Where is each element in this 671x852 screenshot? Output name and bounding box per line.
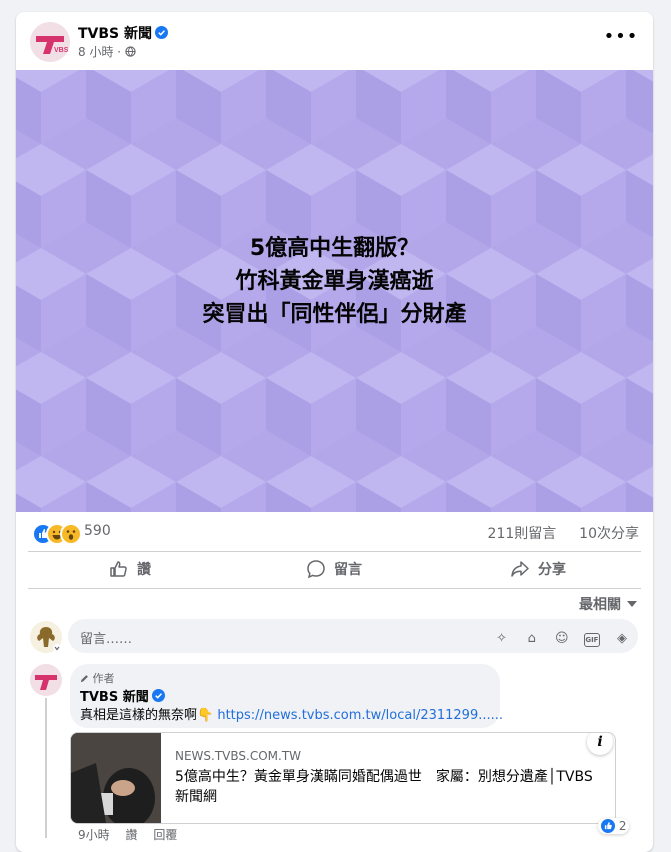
headline-line-3: 突冒出「同性伴侶」分財產	[202, 302, 467, 327]
sort-label: 最相關	[579, 597, 621, 613]
post-card: VBS TVBS 新聞 8 小時 · ••• 5億高中生翻版？ 竹科黃金單身漢癌…	[16, 12, 653, 852]
comment-icon	[307, 560, 325, 579]
verified-icon	[155, 26, 169, 39]
caret-down-icon	[627, 601, 637, 607]
share-label: 分享	[538, 562, 566, 578]
link-preview-thumbnail	[71, 733, 161, 823]
comment-time[interactable]: 9小時	[78, 828, 110, 842]
more-options-button[interactable]: •••	[603, 26, 639, 54]
comment-reaction-badge[interactable]: 2	[598, 818, 630, 834]
gif-icon[interactable]: GIF	[583, 633, 600, 647]
thumbs-up-icon	[110, 561, 127, 577]
page-name[interactable]: TVBS 新聞	[78, 23, 169, 43]
like-reaction-icon	[601, 819, 615, 833]
page-name-text[interactable]: TVBS 新聞	[78, 26, 152, 42]
post-stats: 590 211則留言 10次分享	[16, 512, 653, 550]
post-actions: 讚 留言 分享	[28, 552, 641, 588]
comment-author-text[interactable]: TVBS 新聞	[80, 690, 149, 705]
my-avatar[interactable]	[30, 621, 62, 653]
comment-label: 留言	[334, 562, 362, 578]
globe-icon	[125, 46, 136, 57]
post-headline: 5億高中生翻版？ 竹科黃金單身漢癌逝 突冒出「同性伴侶」分財產	[16, 232, 653, 331]
comment-like-count: 2	[618, 819, 627, 833]
author-badge: 作者	[80, 670, 115, 686]
comment-text: 真相是這樣的無奈啊👇 https://news.tvbs.com.tw/loca…	[80, 704, 503, 723]
reaction-count[interactable]: 590	[84, 523, 111, 539]
link-preview-card[interactable]: NEWS.TVBS.COM.TW 5億高中生？黃金單身漢瞞同婚配偶過世 家屬：別…	[70, 732, 616, 824]
post-header: VBS TVBS 新聞 8 小時 · •••	[16, 12, 653, 70]
divider-bottom	[28, 588, 641, 589]
author-badge-label: 作者	[92, 672, 115, 685]
avatar-sticker-icon[interactable]: ✧	[494, 631, 510, 647]
link-preview-domain: NEWS.TVBS.COM.TW	[175, 749, 302, 763]
comment-author-name[interactable]: TVBS 新聞	[80, 686, 165, 705]
emoji-icon[interactable]: ☺	[554, 631, 570, 647]
sticker-icon[interactable]: ◈	[614, 631, 630, 647]
camera-icon[interactable]: ⌂	[524, 631, 540, 647]
comment-button[interactable]: 留言	[232, 552, 436, 588]
wow-reaction-icon	[60, 523, 82, 545]
composer-icons: ✧ ⌂ ☺ GIF ◈	[485, 627, 630, 647]
verified-icon	[151, 689, 165, 702]
pencil-icon	[80, 675, 88, 683]
comment-footer: 9小時 讚 回覆	[78, 826, 189, 843]
comment-link[interactable]: https://news.tvbs.com.tw/local/2311299..…	[217, 708, 503, 723]
post-image[interactable]: 5億高中生翻版？ 竹科黃金單身漢癌逝 突冒出「同性伴侶」分財產	[16, 70, 653, 512]
svg-text:VBS: VBS	[54, 47, 69, 54]
post-time[interactable]: 8 小時	[78, 45, 113, 59]
engagement-counts: 211則留言 10次分享	[488, 523, 639, 543]
comment-input[interactable]: 留言…… ✧ ⌂ ☺ GIF ◈	[68, 619, 638, 653]
like-button[interactable]: 讚	[28, 552, 232, 588]
share-button[interactable]: 分享	[436, 552, 640, 588]
post-meta: 8 小時 ·	[78, 43, 136, 60]
thread-line	[45, 698, 47, 838]
comment-input-placeholder: 留言……	[80, 632, 133, 647]
comments-count[interactable]: 211則留言	[488, 526, 557, 542]
page-avatar[interactable]: VBS	[30, 22, 70, 62]
comment-like-button[interactable]: 讚	[125, 828, 137, 842]
like-label: 讚	[137, 562, 151, 578]
share-icon	[511, 561, 529, 577]
comment-sort-dropdown[interactable]: 最相關	[579, 594, 637, 614]
link-preview-title: 5億高中生？黃金單身漢瞞同婚配偶過世 家屬：別想分遺產│TVBS新聞網	[175, 769, 593, 805]
comment-bubble: 作者 TVBS 新聞 真相是這樣的無奈啊👇 https://news.tvbs.…	[70, 664, 503, 728]
comment-reply-button[interactable]: 回覆	[153, 828, 177, 842]
headline-line-1: 5億高中生翻版？	[249, 236, 420, 261]
comment-composer: 留言…… ✧ ⌂ ☺ GIF ◈	[30, 619, 653, 653]
info-icon[interactable]: i	[587, 733, 613, 755]
shares-count[interactable]: 10次分享	[579, 526, 639, 542]
comment-avatar[interactable]	[30, 664, 62, 696]
comment-body: 真相是這樣的無奈啊👇	[80, 708, 214, 723]
headline-line-2: 竹科黃金單身漢癌逝	[235, 269, 434, 294]
